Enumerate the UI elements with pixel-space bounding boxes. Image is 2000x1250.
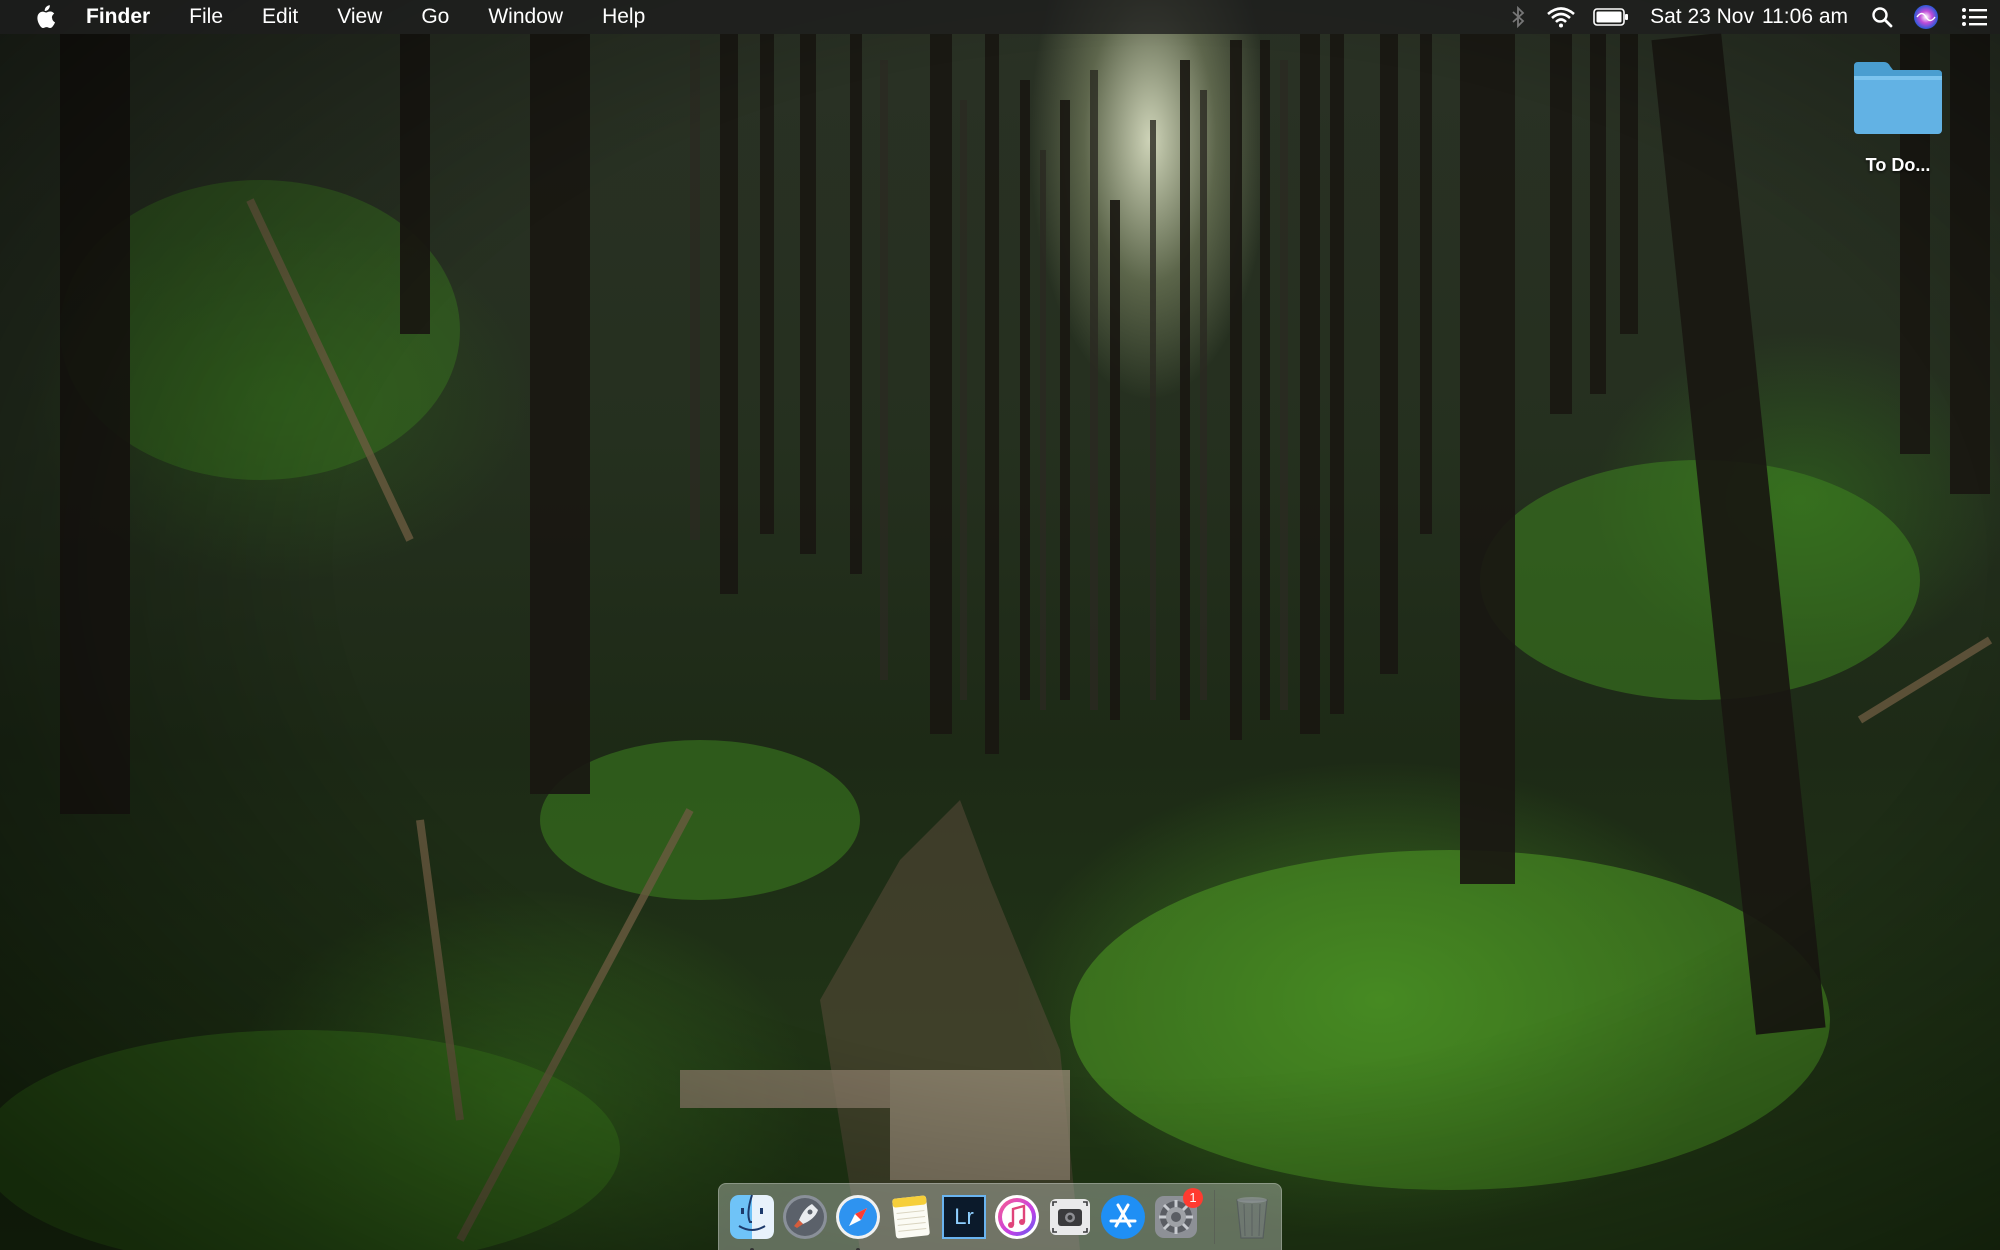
desktop[interactable]: Finder File Edit View Go Window Help Sat… — [0, 0, 2000, 1250]
menu-file[interactable]: File — [169, 0, 242, 34]
date-text: Sat 23 Nov — [1650, 5, 1754, 28]
apple-logo-icon[interactable] — [22, 0, 66, 34]
dock-lightroom[interactable]: Lr — [939, 1192, 989, 1242]
menu-window[interactable]: Window — [468, 0, 582, 34]
status-area: Sat 23 Nov 11:06 am — [1498, 0, 2000, 34]
menu-view[interactable]: View — [317, 0, 401, 34]
safari-icon — [836, 1195, 880, 1239]
lightroom-icon: Lr — [942, 1195, 986, 1239]
itunes-icon — [995, 1195, 1039, 1239]
folder-icon — [1850, 58, 1946, 143]
dock-trash[interactable] — [1227, 1192, 1277, 1242]
finder-icon — [730, 1194, 774, 1239]
menu-help[interactable]: Help — [582, 0, 664, 34]
dock-notes[interactable] — [886, 1192, 936, 1242]
bluetooth-icon[interactable] — [1498, 0, 1538, 34]
launchpad-icon — [783, 1195, 827, 1239]
trash-icon — [1236, 1197, 1268, 1239]
notification-badge: 1 — [1183, 1188, 1203, 1208]
dock-screenshot[interactable] — [1045, 1192, 1095, 1242]
menu-go[interactable]: Go — [401, 0, 468, 34]
dock-app-store[interactable] — [1098, 1192, 1148, 1242]
menu-edit[interactable]: Edit — [242, 0, 317, 34]
time-text: 11:06 am — [1762, 5, 1848, 28]
menu-app-name[interactable]: Finder — [66, 0, 169, 34]
dock: Lr 1 — [718, 1183, 1282, 1250]
dock-launchpad[interactable] — [780, 1192, 830, 1242]
dock-finder[interactable] — [727, 1192, 777, 1250]
dock-itunes[interactable] — [992, 1192, 1042, 1242]
wifi-icon[interactable] — [1538, 0, 1584, 34]
app-store-icon — [1101, 1195, 1145, 1239]
screenshot-icon — [1050, 1199, 1090, 1235]
dock-separator — [1214, 1190, 1215, 1244]
siri-icon[interactable] — [1904, 0, 1948, 34]
dock-safari[interactable] — [833, 1192, 883, 1250]
desktop-folder-to-do[interactable]: To Do... — [1838, 58, 1958, 176]
dock-system-preferences[interactable]: 1 — [1151, 1188, 1203, 1242]
notification-center-icon[interactable] — [1948, 0, 2000, 34]
forest-wallpaper — [0, 0, 2000, 1250]
spotlight-search-icon[interactable] — [1860, 0, 1904, 34]
lightroom-label: Lr — [954, 1204, 974, 1229]
folder-label: To Do... — [1865, 155, 1931, 175]
menu-bar: Finder File Edit View Go Window Help Sat… — [0, 0, 2000, 34]
notes-icon — [892, 1195, 930, 1239]
battery-icon[interactable] — [1584, 0, 1638, 34]
date-time-display[interactable]: Sat 23 Nov 11:06 am — [1638, 0, 1860, 34]
